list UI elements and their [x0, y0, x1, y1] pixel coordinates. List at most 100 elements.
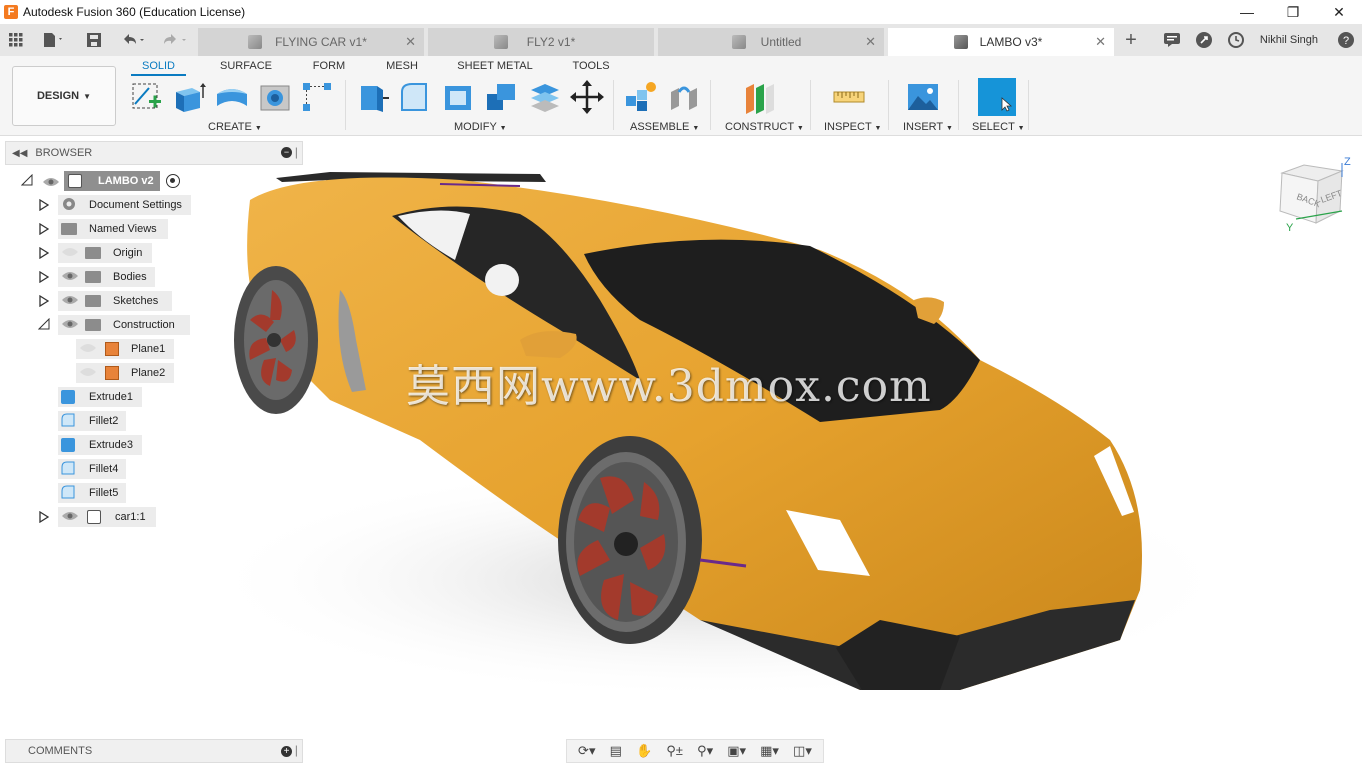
- tab-form[interactable]: FORM: [305, 60, 353, 72]
- tree-item-named-views[interactable]: Named Views: [58, 219, 168, 239]
- close-tab-icon[interactable]: ✕: [1095, 34, 1106, 50]
- extensions-icon[interactable]: [1188, 24, 1220, 56]
- tree-item-bodies[interactable]: Bodies: [58, 267, 155, 287]
- pattern-icon[interactable]: [300, 80, 334, 114]
- look-at-icon[interactable]: ▤: [610, 743, 622, 759]
- car-model-render[interactable]: [0, 137, 1362, 737]
- new-component-icon[interactable]: [624, 80, 658, 114]
- tree-item-plane1[interactable]: Plane1: [76, 339, 174, 359]
- eye-icon[interactable]: [61, 270, 79, 284]
- restore-button[interactable]: ❐: [1270, 0, 1316, 24]
- add-comment-icon[interactable]: +: [281, 746, 292, 757]
- tab-lambo-v3[interactable]: LAMBO v3* ✕: [888, 28, 1114, 56]
- panel-resize-handle[interactable]: ❘: [292, 744, 301, 757]
- hidden-eye-icon[interactable]: [79, 342, 97, 356]
- move-icon[interactable]: [570, 80, 604, 114]
- tab-sheet-metal[interactable]: SHEET METAL: [452, 60, 538, 72]
- group-construct-label[interactable]: CONSTRUCT ▼: [725, 121, 804, 133]
- eye-icon[interactable]: [61, 510, 79, 524]
- data-panel-grid-icon[interactable]: [4, 24, 28, 56]
- redo-icon[interactable]: [158, 24, 192, 56]
- eye-icon[interactable]: [61, 318, 79, 332]
- close-tab-icon[interactable]: ✕: [405, 34, 416, 50]
- panel-resize-handle[interactable]: ❘: [292, 146, 301, 159]
- hidden-eye-icon[interactable]: [61, 246, 79, 260]
- file-menu-icon[interactable]: [38, 24, 68, 56]
- hole-icon[interactable]: [258, 80, 292, 114]
- insert-canvas-icon[interactable]: [906, 80, 940, 114]
- job-status-icon[interactable]: [1156, 24, 1188, 56]
- joint-icon[interactable]: [667, 80, 701, 114]
- minimize-button[interactable]: —: [1224, 0, 1270, 24]
- help-icon[interactable]: ?: [1330, 24, 1362, 56]
- save-icon[interactable]: [84, 24, 104, 56]
- tab-tools[interactable]: TOOLS: [566, 60, 616, 72]
- new-tab-plus-icon[interactable]: +: [1118, 24, 1144, 56]
- tab-untitled[interactable]: Untitled ✕: [658, 28, 884, 56]
- group-modify-label[interactable]: MODIFY ▼: [454, 121, 507, 133]
- viewports-icon[interactable]: ◫▾: [793, 743, 812, 759]
- tab-solid[interactable]: SOLID: [131, 60, 186, 72]
- offset-face-icon[interactable]: [527, 80, 561, 114]
- expand-triangle-icon[interactable]: [39, 198, 50, 214]
- 3d-viewport[interactable]: BACK LEFT Z Y: [0, 137, 1362, 737]
- tree-item-plane2[interactable]: Plane2: [76, 363, 174, 383]
- hidden-eye-icon[interactable]: [79, 366, 97, 380]
- tree-item-fillet2[interactable]: Fillet2: [58, 411, 126, 431]
- user-name[interactable]: Nikhil Singh: [1260, 34, 1318, 46]
- group-inspect-label[interactable]: INSPECT ▼: [824, 121, 881, 133]
- shell-icon[interactable]: [441, 80, 475, 114]
- orbit-icon[interactable]: ⟳▾: [578, 743, 595, 759]
- tree-item-extrude1[interactable]: Extrude1: [58, 387, 142, 407]
- tree-item-sketches[interactable]: Sketches: [58, 291, 172, 311]
- offset-plane-icon[interactable]: [744, 80, 778, 114]
- create-sketch-icon[interactable]: [129, 80, 163, 114]
- tree-item-fillet5[interactable]: Fillet5: [58, 483, 126, 503]
- tree-item-origin[interactable]: Origin: [58, 243, 152, 263]
- undo-icon[interactable]: [116, 24, 150, 56]
- browser-root-node[interactable]: LAMBO v2: [64, 171, 160, 191]
- minus-icon[interactable]: −: [281, 147, 292, 158]
- expand-triangle-icon[interactable]: [39, 294, 50, 310]
- select-icon[interactable]: [978, 78, 1016, 116]
- tree-item-construction[interactable]: Construction: [58, 315, 190, 335]
- measure-icon[interactable]: [832, 80, 866, 114]
- tree-item-car1[interactable]: car1:1: [58, 507, 156, 527]
- fillet-icon[interactable]: [398, 80, 432, 114]
- collapse-triangle-icon[interactable]: [20, 173, 33, 186]
- fit-icon[interactable]: ⚲▾: [697, 743, 713, 759]
- viewcube[interactable]: BACK LEFT Z Y: [1276, 156, 1356, 237]
- tree-item-extrude3[interactable]: Extrude3: [58, 435, 142, 455]
- pan-hand-icon[interactable]: ✋: [636, 743, 652, 759]
- extrude-icon[interactable]: [172, 80, 206, 114]
- eye-icon[interactable]: [42, 176, 60, 190]
- group-insert-label[interactable]: INSERT ▼: [903, 121, 953, 133]
- expand-triangle-icon[interactable]: [39, 222, 50, 238]
- expand-triangle-icon[interactable]: [39, 510, 50, 526]
- press-pull-icon[interactable]: [355, 80, 389, 114]
- comments-panel-header[interactable]: COMMENTS + ❘: [5, 739, 303, 763]
- activate-radio-icon[interactable]: [166, 174, 180, 188]
- grid-settings-icon[interactable]: ▦▾: [760, 743, 779, 759]
- tab-mesh[interactable]: MESH: [380, 60, 424, 72]
- display-settings-icon[interactable]: ▣▾: [727, 743, 746, 759]
- tab-surface[interactable]: SURFACE: [215, 60, 277, 72]
- group-assemble-label[interactable]: ASSEMBLE ▼: [630, 121, 699, 133]
- tab-flying-car[interactable]: FLYING CAR v1* ✕: [198, 28, 424, 56]
- expand-triangle-icon[interactable]: [39, 246, 50, 262]
- collapse-panel-icon[interactable]: ◀◀: [12, 148, 27, 159]
- tree-item-fillet4[interactable]: Fillet4: [58, 459, 126, 479]
- browser-panel-header[interactable]: ◀◀ BROWSER − ❘: [5, 141, 303, 165]
- workspace-switcher[interactable]: DESIGN ▼: [12, 66, 116, 126]
- close-window-button[interactable]: ✕: [1316, 0, 1362, 24]
- expand-triangle-icon[interactable]: [39, 270, 50, 286]
- clock-icon[interactable]: [1220, 24, 1252, 56]
- group-select-label[interactable]: SELECT ▼: [972, 121, 1025, 133]
- eye-icon[interactable]: [61, 294, 79, 308]
- revolve-icon[interactable]: [215, 80, 249, 114]
- combine-icon[interactable]: [484, 80, 518, 114]
- tree-item-document-settings[interactable]: Document Settings: [58, 195, 191, 215]
- close-tab-icon[interactable]: ✕: [865, 34, 876, 50]
- collapse-triangle-icon[interactable]: [37, 317, 50, 333]
- group-create-label[interactable]: CREATE ▼: [208, 121, 262, 133]
